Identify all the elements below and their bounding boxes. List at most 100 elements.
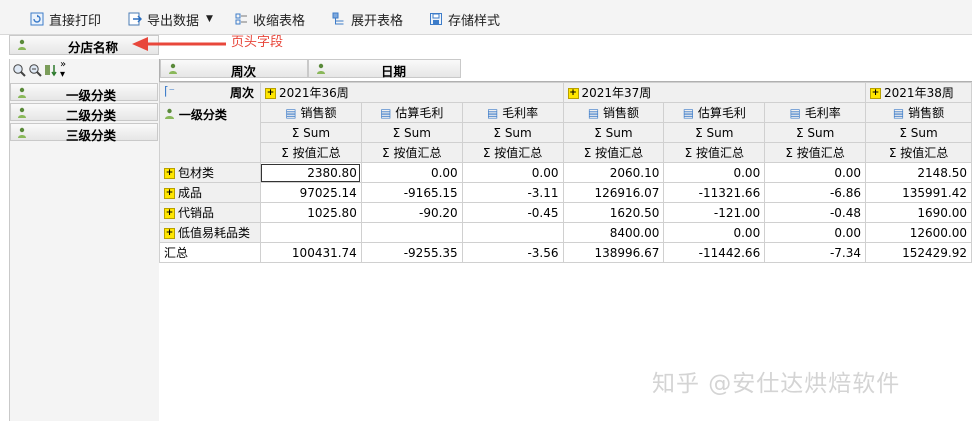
data-cell[interactable]: 2148.50 <box>865 162 972 183</box>
row-field-level2[interactable]: 二级分类 <box>10 103 158 123</box>
total-cell[interactable]: 138996.67 <box>562 242 665 263</box>
data-cell[interactable]: 1620.50 <box>562 202 665 223</box>
data-cell[interactable]: -9165.15 <box>360 182 463 203</box>
corner-week-label: 周次 <box>229 86 254 100</box>
column-field-week-label: 周次 <box>231 64 257 79</box>
measure-header[interactable]: ▤ 估算毛利 <box>663 102 766 123</box>
data-cell[interactable]: 2380.80 <box>259 162 362 183</box>
data-cell[interactable]: 1025.80 <box>259 202 362 223</box>
total-cell[interactable]: -7.34 <box>764 242 867 263</box>
column-field-week[interactable]: 周次 <box>160 59 308 79</box>
expand-plus-icon[interactable]: + <box>567 88 579 99</box>
expand-plus-icon[interactable]: + <box>264 88 276 99</box>
data-cell[interactable]: -0.48 <box>764 202 867 223</box>
total-cell[interactable]: -11442.66 <box>663 242 766 263</box>
total-cell[interactable]: -9255.35 <box>360 242 463 263</box>
row-header[interactable]: + 包材类 <box>159 162 261 183</box>
measure-header[interactable]: ▤ 估算毛利 <box>360 102 463 123</box>
more-icon[interactable]: » ▾ <box>60 60 66 80</box>
week-header[interactable]: +2021年36周 <box>259 82 564 103</box>
data-cell[interactable]: 97025.14 <box>259 182 362 203</box>
data-cell[interactable]: 0.00 <box>663 222 766 243</box>
week-header[interactable]: +2021年38周 <box>865 82 972 103</box>
export-label: 导出数据 <box>147 13 200 29</box>
data-cell[interactable]: 0.00 <box>461 162 564 183</box>
expand-table-button[interactable]: 展开表格 <box>332 9 403 29</box>
collapse-label: 收缩表格 <box>253 13 306 29</box>
sum-cell: Σ Sum <box>360 122 463 143</box>
column-field-date[interactable]: 日期 <box>308 59 461 79</box>
measure-header[interactable]: ▤ 毛利率 <box>764 102 867 123</box>
data-cell[interactable]: -6.86 <box>764 182 867 203</box>
data-cell[interactable]: 0.00 <box>764 162 867 183</box>
expand-plus-icon[interactable]: + <box>164 228 175 239</box>
row-field-label: 二级分类 <box>66 108 117 123</box>
measure-header[interactable]: ▤ 销售额 <box>259 102 362 123</box>
week-label: 2021年36周 <box>278 86 349 100</box>
data-cell[interactable] <box>360 222 463 243</box>
print-button[interactable]: 直接打印 <box>30 9 101 29</box>
data-cell[interactable]: -0.45 <box>461 202 564 223</box>
data-cell[interactable]: 8400.00 <box>562 222 665 243</box>
grid-icon: ▤ <box>789 106 801 120</box>
measure-header[interactable]: ▤ 毛利率 <box>461 102 564 123</box>
week-header[interactable]: +2021年37周 <box>562 82 867 103</box>
data-cell[interactable]: 2060.10 <box>562 162 665 183</box>
row-label: 代销品 <box>178 206 215 220</box>
data-cell[interactable]: -121.00 <box>663 202 766 223</box>
corner-rowfield-cell[interactable]: 一级分类 <box>159 102 261 163</box>
expand-plus-icon[interactable]: + <box>164 188 175 199</box>
grid-icon: ▤ <box>682 106 695 120</box>
agg-cell: Σ 按值汇总 <box>562 142 665 163</box>
agg-cell: Σ 按值汇总 <box>259 142 362 163</box>
header-row-week: ⌈⁻ 周次 +2021年36周 +2021年37周 +2021年38周 <box>159 82 972 103</box>
save-style-button[interactable]: 存储样式 <box>429 9 500 29</box>
total-cell[interactable]: 100431.74 <box>259 242 362 263</box>
data-cell[interactable]: 1690.00 <box>865 202 972 223</box>
data-cell[interactable]: 135991.42 <box>865 182 972 203</box>
row-field-level1[interactable]: 一级分类 <box>10 83 158 103</box>
agg-cell: Σ 按值汇总 <box>663 142 766 163</box>
row-header[interactable]: + 成品 <box>159 182 261 203</box>
total-cell[interactable]: -3.56 <box>461 242 564 263</box>
data-cell[interactable]: 0.00 <box>764 222 867 243</box>
data-cell[interactable]: -90.20 <box>360 202 463 223</box>
data-cell[interactable]: -3.11 <box>461 182 564 203</box>
grid-icon: ▤ <box>486 106 499 120</box>
print-label: 直接打印 <box>49 13 102 29</box>
measure-header[interactable]: ▤ 销售额 <box>562 102 665 123</box>
row-label: 低值易耗品类 <box>178 226 251 240</box>
table-row: + 低值易耗品类 8400.00 0.00 0.00 12600.00 <box>159 222 972 243</box>
expand-plus-icon[interactable]: + <box>164 168 175 179</box>
expand-plus-icon[interactable]: + <box>870 88 882 99</box>
measure-header[interactable]: ▤ 销售额 <box>865 102 972 123</box>
grid-icon: ▤ <box>587 106 600 120</box>
save-style-label: 存储样式 <box>448 13 501 29</box>
data-cell[interactable]: 0.00 <box>663 162 766 183</box>
agg-cell: Σ 按值汇总 <box>360 142 463 163</box>
data-cell[interactable] <box>259 222 362 243</box>
data-cell[interactable] <box>461 222 564 243</box>
sum-cell: Σ Sum <box>865 122 972 143</box>
data-cell[interactable]: 12600.00 <box>865 222 972 243</box>
data-cell[interactable]: 126916.07 <box>562 182 665 203</box>
row-header[interactable]: + 低值易耗品类 <box>159 222 261 243</box>
collapse-table-button[interactable]: 收缩表格 <box>234 9 305 29</box>
grid-icon: ▤ <box>285 106 297 120</box>
row-header[interactable]: + 代销品 <box>159 202 261 223</box>
corner-week-cell[interactable]: ⌈⁻ 周次 <box>159 82 261 103</box>
expand-icon <box>332 12 346 26</box>
table-row: + 成品 97025.14 -9165.15 -3.11 126916.07 -1… <box>159 182 972 203</box>
measure-label: 毛利率 <box>502 106 539 120</box>
export-button[interactable]: 导出数据 ▼ <box>128 9 213 29</box>
data-cell[interactable]: -11321.66 <box>663 182 766 203</box>
expand-plus-icon[interactable]: + <box>164 208 175 219</box>
page-field-label: 分店名称 <box>68 40 119 55</box>
zoom-out-icon[interactable] <box>28 63 42 77</box>
chevron-down-icon[interactable]: ▼ <box>206 14 213 24</box>
total-cell[interactable]: 152429.92 <box>865 242 972 263</box>
row-field-level3[interactable]: 三级分类 <box>10 123 158 143</box>
sort-icon[interactable] <box>44 63 58 77</box>
zoom-in-icon[interactable] <box>12 63 26 77</box>
data-cell[interactable]: 0.00 <box>360 162 463 183</box>
